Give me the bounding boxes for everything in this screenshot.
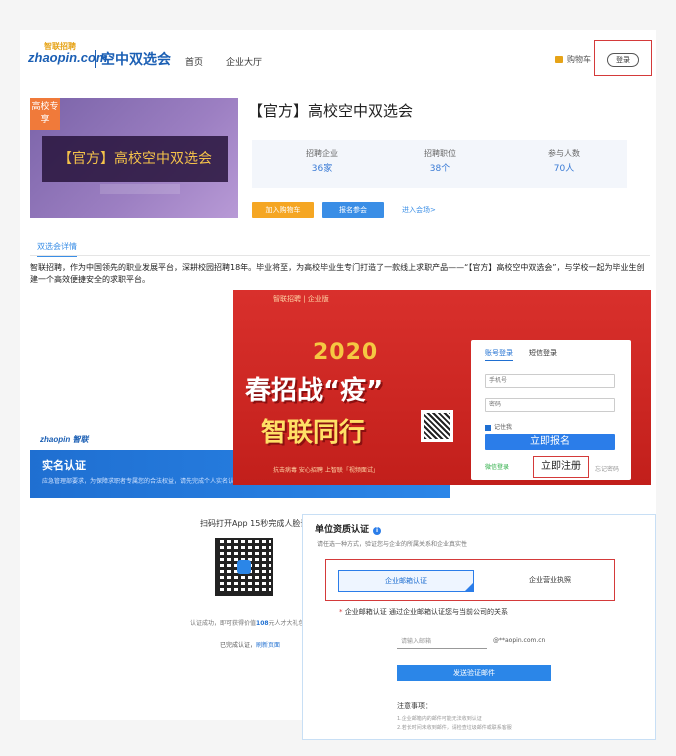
verify-done-line: 已完成认证，刷新页面: [220, 640, 280, 649]
refresh-link[interactable]: 刷新页面: [256, 642, 280, 649]
stat-positions: 招聘职位 38个: [390, 148, 490, 174]
cart-icon: [555, 56, 563, 63]
email-verify-label: * 企业邮箱认证 通过企业邮箱认证您与当前公司的关系: [339, 607, 508, 617]
banner-tag: 高校专享: [30, 98, 60, 130]
stat-label: 招聘企业: [306, 149, 338, 158]
nav-enterprise-hall[interactable]: 企业大厅: [226, 55, 262, 68]
label-text: 企业邮箱认证: [344, 608, 387, 616]
note-prefix: 认证成功，即可获得价值: [190, 620, 257, 627]
verify-logo: zhaopin 智联: [40, 435, 89, 444]
remember-checkbox[interactable]: 记住我: [485, 422, 512, 431]
remember-label: 记住我: [494, 424, 513, 431]
done-text: 已完成认证，: [220, 642, 257, 649]
promo-login-panel: 智联招聘 | 企业版 2020 春招战“疫” 智联同行 抗击病毒 安心招聘 上智…: [233, 290, 651, 485]
banner-title: 【官方】高校空中双选会: [42, 136, 228, 182]
wechat-login-link[interactable]: 微信登录: [485, 462, 509, 471]
register-now-button[interactable]: 立即注册: [533, 456, 589, 478]
promo-slogan-1: 春招战“疫”: [245, 376, 384, 406]
email-domain: @**aopin.com.cn: [493, 637, 546, 644]
stat-label: 参与人数: [548, 149, 580, 158]
event-description: 智联招聘，作为中国领先的职业发展平台，深耕校园招聘18年。毕业将至，为高校毕业生…: [30, 263, 645, 284]
logo-small-text: 智联招聘: [44, 42, 76, 51]
stat-label: 招聘职位: [424, 149, 456, 158]
tab-account-login[interactable]: 账号登录: [485, 348, 513, 361]
promo-slogan-2: 智联同行: [261, 418, 366, 448]
signup-button[interactable]: 报名参会: [322, 202, 384, 218]
notes-title: 注意事项：: [397, 702, 432, 710]
note-line-1: 1.企业邮箱内的邮件可能无法收到认证: [397, 716, 482, 722]
event-banner: 高校专享 【官方】高校空中双选会: [30, 98, 238, 218]
promo-footer: 抗击病毒 安心招聘 上智联「视频面试」: [273, 467, 379, 474]
login-highlight-box: 登录: [594, 40, 652, 76]
checkbox-icon: [485, 424, 491, 431]
company-email-input[interactable]: 请输入邮箱: [397, 635, 487, 649]
top-navigation: 智联招聘 zhaopin.com 空中双选会 首页 企业大厅 购物车 登录: [20, 38, 656, 82]
unit-title-text: 单位资质认证: [315, 525, 370, 535]
promo-header: 智联招聘 | 企业版: [273, 295, 329, 303]
signup-now-button[interactable]: 立即报名: [485, 434, 615, 450]
site-title: 空中双选会: [101, 52, 171, 68]
unit-certification-panel: 单位资质认证 i 请任选一种方式，验证您与企业的所属关系和企业真实性 企业邮箱认证…: [302, 514, 656, 740]
note-line-2: 2.若长时间未收到邮件，请检查垃圾邮件或联系客服: [397, 725, 512, 731]
info-icon[interactable]: i: [373, 527, 382, 535]
forgot-password-link[interactable]: 忘记密码: [595, 464, 619, 473]
promo-year: 2020: [313, 340, 379, 365]
cart-link[interactable]: 购物车: [555, 54, 591, 65]
unit-hint: 请任选一种方式，验证您与企业的所属关系和企业真实性: [317, 541, 468, 548]
verify-subtitle: 应急管理部要求，为保障求职者专属您的合法权益，请先完成个人实名认证: [42, 478, 241, 485]
add-to-cart-button[interactable]: 加入购物车: [252, 202, 314, 218]
stat-value: 70人: [553, 164, 575, 174]
label-desc: 通过企业邮箱认证您与当前公司的关系: [388, 608, 508, 616]
stat-value: 36家: [311, 164, 333, 174]
stat-companies: 招聘企业 36家: [272, 148, 372, 174]
stats-panel: 招聘企业 36家 招聘职位 38个 参与人数 70人: [252, 140, 627, 188]
scan-instruction: 扫码打开App 15秒完成人脸识别: [200, 519, 317, 528]
logo-divider: [95, 50, 96, 68]
stat-participants: 参与人数 70人: [514, 148, 614, 174]
page-title: 【官方】高校空中双选会: [248, 102, 414, 120]
required-star: *: [339, 608, 343, 616]
cart-label: 购物车: [567, 55, 591, 64]
verify-reward-note: 认证成功，即可获得价值108元人才大礼包: [190, 618, 305, 627]
send-verification-button[interactable]: 发送验证邮件: [397, 665, 551, 681]
stat-value: 38个: [429, 164, 451, 174]
note-number: 108: [256, 620, 269, 627]
verify-qr-code: [215, 538, 273, 596]
login-button[interactable]: 登录: [607, 53, 639, 67]
business-license-option[interactable]: 企业营业执照: [490, 570, 610, 592]
enter-venue-link[interactable]: 进入会场>: [402, 205, 436, 215]
method-highlight-box: 企业邮箱认证 企业营业执照: [325, 559, 615, 601]
tab-divider: [30, 255, 650, 256]
login-card: 账号登录 短信登录 记住我 立即报名 微信登录 立即注册 忘记密码: [471, 340, 631, 480]
verify-title: 实名认证: [42, 459, 86, 472]
password-input[interactable]: [485, 398, 615, 412]
email-verify-option[interactable]: 企业邮箱认证: [338, 570, 474, 592]
note-suffix: 元人才大礼包: [268, 620, 305, 627]
unit-title: 单位资质认证 i: [315, 522, 382, 535]
banner-subtitle-blur: [100, 184, 180, 194]
tab-sms-login[interactable]: 短信登录: [529, 348, 557, 358]
nav-home[interactable]: 首页: [185, 55, 203, 68]
promo-qr-code: [421, 410, 453, 442]
phone-input[interactable]: [485, 374, 615, 388]
